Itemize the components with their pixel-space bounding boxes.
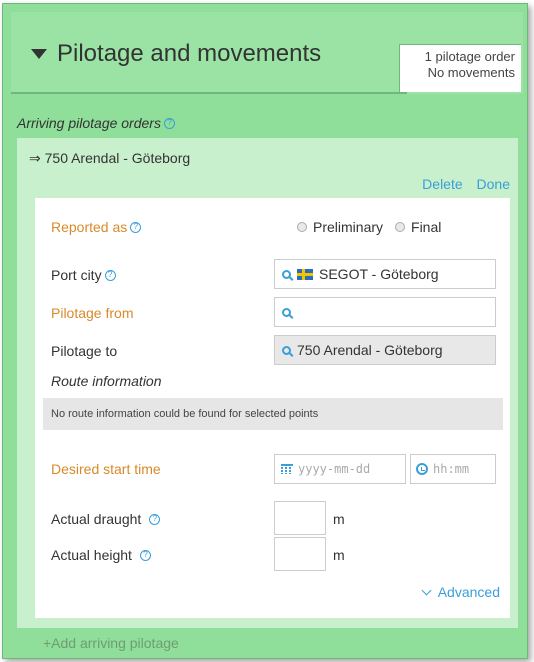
time-placeholder: hh:mm (433, 462, 470, 476)
reported-as-label: Reported as ? (51, 219, 142, 235)
arriving-section-text: Arriving pilotage orders (17, 115, 161, 131)
pilotage-to-input: 750 Arendal - Göteborg (274, 335, 496, 365)
desired-start-time-input[interactable]: hh:mm (410, 454, 496, 484)
route-information-label: Route information (51, 373, 162, 389)
route-information-note: No route information could be found for … (43, 398, 503, 430)
date-placeholder: yyyy-mm-dd (298, 462, 371, 476)
reported-as-text: Reported as (51, 219, 128, 235)
arriving-section-label: Arriving pilotage orders ? (17, 115, 175, 131)
help-icon[interactable]: ? (163, 117, 175, 129)
port-city-text: Port city (51, 267, 102, 283)
advanced-label: Advanced (437, 584, 500, 600)
actual-draught-text: Actual draught (51, 511, 142, 527)
preliminary-label[interactable]: Preliminary (313, 219, 383, 235)
preliminary-radio[interactable] (297, 222, 307, 232)
caret-down-icon[interactable] (31, 49, 47, 59)
pilotage-panel: Pilotage and movements 1 pilotage order … (2, 3, 528, 659)
add-arriving-pilotage-link[interactable]: +Add arriving pilotage (43, 635, 179, 651)
advanced-toggle[interactable]: Advanced (421, 584, 500, 600)
order-form: Reported as ? Preliminary Final Port cit… (35, 198, 510, 618)
actual-draught-unit: m (333, 511, 345, 527)
header-divider (11, 92, 407, 94)
sweden-flag-icon (297, 268, 313, 280)
help-icon[interactable]: ? (149, 513, 161, 525)
final-radio[interactable] (395, 222, 406, 232)
pilotage-from-input[interactable] (274, 297, 496, 327)
summary-line-1: 1 pilotage order (424, 49, 515, 64)
reported-as-radio-group: Preliminary Final (297, 219, 453, 235)
delete-button[interactable]: Delete (422, 176, 462, 192)
pilotage-from-label: Pilotage from (51, 305, 134, 321)
pilotage-to-value: 750 Arendal - Göteborg (297, 342, 443, 358)
port-city-value: SEGOT - Göteborg (319, 266, 439, 282)
actual-height-input[interactable] (274, 537, 326, 571)
clock-icon (416, 463, 428, 475)
summary-line-2: No movements (427, 65, 515, 80)
help-icon[interactable]: ? (139, 549, 151, 561)
port-city-label: Port city ? (51, 267, 116, 283)
actual-height-label: Actual height ? (51, 547, 151, 563)
order-title: ⇒ 750 Arendal - Göteborg (29, 150, 191, 166)
help-icon[interactable]: ? (104, 269, 116, 281)
order-actions: Delete Done (412, 176, 510, 192)
summary-badge: 1 pilotage order No movements (399, 44, 521, 92)
done-button[interactable]: Done (477, 176, 510, 192)
search-icon (282, 307, 291, 317)
help-icon[interactable]: ? (130, 221, 142, 233)
chevron-down-icon (421, 585, 432, 595)
calendar-icon (281, 464, 293, 474)
pilotage-to-label: Pilotage to (51, 343, 118, 359)
actual-height-text: Actual height (51, 547, 132, 563)
desired-start-date-input[interactable]: yyyy-mm-dd (274, 454, 406, 484)
header-title-wrap[interactable]: Pilotage and movements (31, 40, 321, 68)
actual-draught-input[interactable] (274, 501, 326, 535)
search-icon (282, 269, 291, 279)
actual-height-unit: m (333, 547, 345, 563)
desired-start-label: Desired start time (51, 461, 161, 477)
port-city-input[interactable]: SEGOT - Göteborg (274, 259, 496, 289)
pilotage-order-card: ⇒ 750 Arendal - Göteborg Delete Done Rep… (17, 138, 518, 628)
search-icon (282, 345, 291, 355)
final-label[interactable]: Final (411, 219, 441, 235)
page-title: Pilotage and movements (57, 40, 322, 67)
actual-draught-label: Actual draught ? (51, 511, 161, 527)
